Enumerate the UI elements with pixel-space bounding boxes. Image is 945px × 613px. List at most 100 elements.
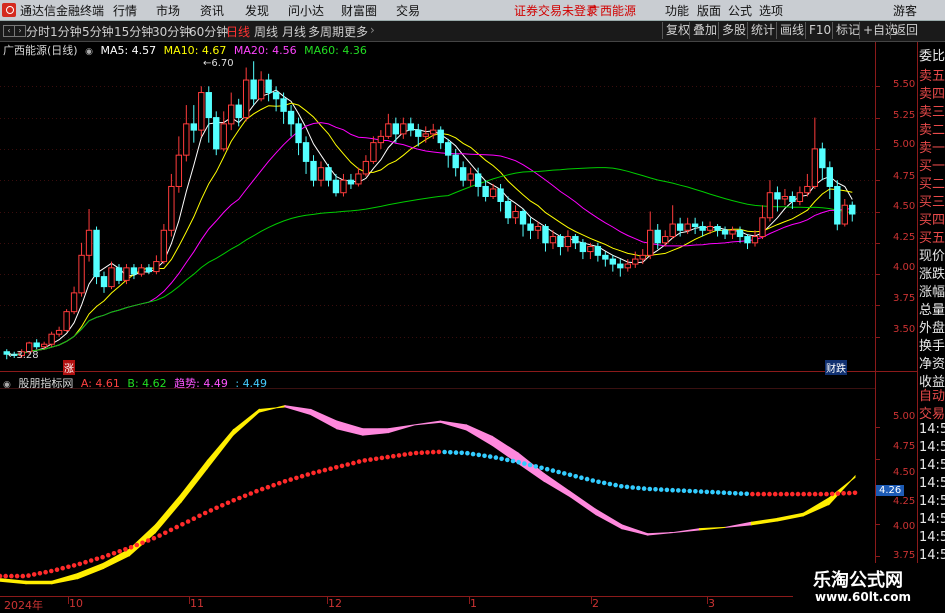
sidebar-buy1[interactable]: 买一 (919, 155, 945, 174)
trend-dot (185, 519, 191, 524)
x-label-mar: 3 (708, 597, 715, 610)
sidebar-buy3[interactable]: 买三 (919, 191, 945, 210)
sidebar-sell3[interactable]: 卖三 (919, 101, 945, 120)
ind-y-tick: 4.25 (893, 496, 916, 507)
candle (33, 339, 40, 350)
sidebar-trade[interactable]: 交易 (919, 403, 945, 422)
candle (534, 221, 542, 240)
candle-body (93, 229, 100, 278)
trend-dot (738, 491, 744, 496)
candle (564, 230, 572, 252)
candle-body (377, 135, 385, 144)
candle-body (781, 195, 789, 200)
candle-body (55, 329, 63, 335)
sidebar-price[interactable]: 现价 (919, 245, 945, 264)
candle-body (549, 236, 557, 244)
candle (302, 136, 310, 174)
trend-dot (658, 487, 664, 492)
candle (93, 226, 100, 285)
kline-chart[interactable] (0, 0, 945, 609)
sidebar-buy4[interactable]: 买四 (919, 209, 945, 228)
candle (108, 261, 115, 290)
candle-body (100, 276, 108, 288)
candle-body (632, 258, 639, 265)
trend-dot (220, 503, 225, 508)
candle-body (624, 263, 631, 269)
candle (766, 180, 774, 222)
ind-y-tick: 4.75 (893, 441, 916, 452)
candle (355, 167, 362, 187)
sidebar-sell1[interactable]: 卖一 (919, 137, 945, 156)
y-tick: 4.75 (893, 171, 916, 182)
up-marker[interactable]: 涨 (63, 360, 75, 375)
trend-dot (145, 538, 151, 543)
sidebar-sell2[interactable]: 卖二 (919, 119, 945, 138)
indicator-ribbon-segment (621, 524, 649, 536)
trend-dot (522, 461, 527, 466)
candle-body (115, 267, 123, 281)
trend-dot (277, 480, 282, 486)
sidebar-outer[interactable]: 外盘 (919, 317, 945, 336)
trend-dot (408, 451, 413, 457)
indicator-ribbon-segment (25, 580, 53, 585)
candle (849, 201, 856, 222)
trend-dot (66, 564, 71, 570)
candle-body (325, 167, 332, 181)
candle-body (400, 123, 407, 135)
trend-dot (795, 491, 801, 497)
candle-body (168, 185, 175, 231)
candle (407, 117, 414, 137)
trend-dot (396, 453, 402, 458)
trend-dot (505, 457, 510, 463)
trend-dot (259, 486, 265, 492)
trend-dot (3, 573, 9, 579)
candle (452, 148, 459, 177)
sidebar-turnover[interactable]: 换手 (919, 335, 945, 354)
sidebar-weibi[interactable]: 委比 (919, 45, 945, 64)
candle (474, 167, 482, 197)
trend-dot (516, 459, 521, 465)
sidebar-buy5[interactable]: 买五 (919, 227, 945, 246)
candle-body (662, 236, 669, 244)
candle (70, 286, 78, 315)
trend-dot (345, 462, 351, 467)
sidebar-sell4[interactable]: 卖四 (919, 83, 945, 102)
sidebar-change[interactable]: 涨跌 (919, 263, 945, 282)
high-price-label: ←6.70 (203, 58, 234, 69)
candle-body (415, 129, 422, 137)
trend-dot (630, 485, 635, 490)
current-value-badge: 4.26 (876, 485, 905, 496)
ind-y-tick: 4.00 (893, 521, 916, 532)
candle-body (459, 167, 467, 181)
candle-body (452, 154, 459, 169)
candle-body (699, 226, 706, 231)
candle-body (70, 292, 78, 313)
sidebar-net-asset[interactable]: 净资 (919, 353, 945, 372)
sidebar-volume[interactable]: 总量 (919, 299, 945, 318)
sidebar-auto[interactable]: 自动 (919, 385, 945, 404)
candle-body (362, 160, 370, 175)
y-tick: 3.50 (893, 324, 916, 335)
candle (594, 242, 602, 262)
candle (759, 205, 766, 240)
trend-dot (744, 491, 749, 497)
indicator-ribbon-segment (336, 420, 364, 436)
trend-dot (470, 451, 476, 457)
candle (647, 211, 654, 260)
sidebar-change-pct[interactable]: 涨幅 (919, 281, 945, 300)
candle (691, 217, 699, 235)
trend-dot (402, 452, 408, 457)
sidebar-buy2[interactable]: 买二 (919, 173, 945, 192)
candle-body (811, 148, 819, 187)
trend-dot (562, 471, 567, 476)
trend-dot (208, 508, 214, 513)
sidebar-time: 14:56 (919, 476, 945, 491)
sidebar-sell5[interactable]: 卖五 (919, 65, 945, 84)
trend-dot (391, 453, 396, 459)
news-marker[interactable]: 财跌 (825, 360, 847, 375)
candle-body (467, 173, 474, 181)
indicator-ribbon-segment (180, 459, 208, 504)
candle (662, 230, 669, 247)
ind-y-tick: 4.50 (893, 467, 916, 478)
trend-dot (100, 554, 105, 560)
